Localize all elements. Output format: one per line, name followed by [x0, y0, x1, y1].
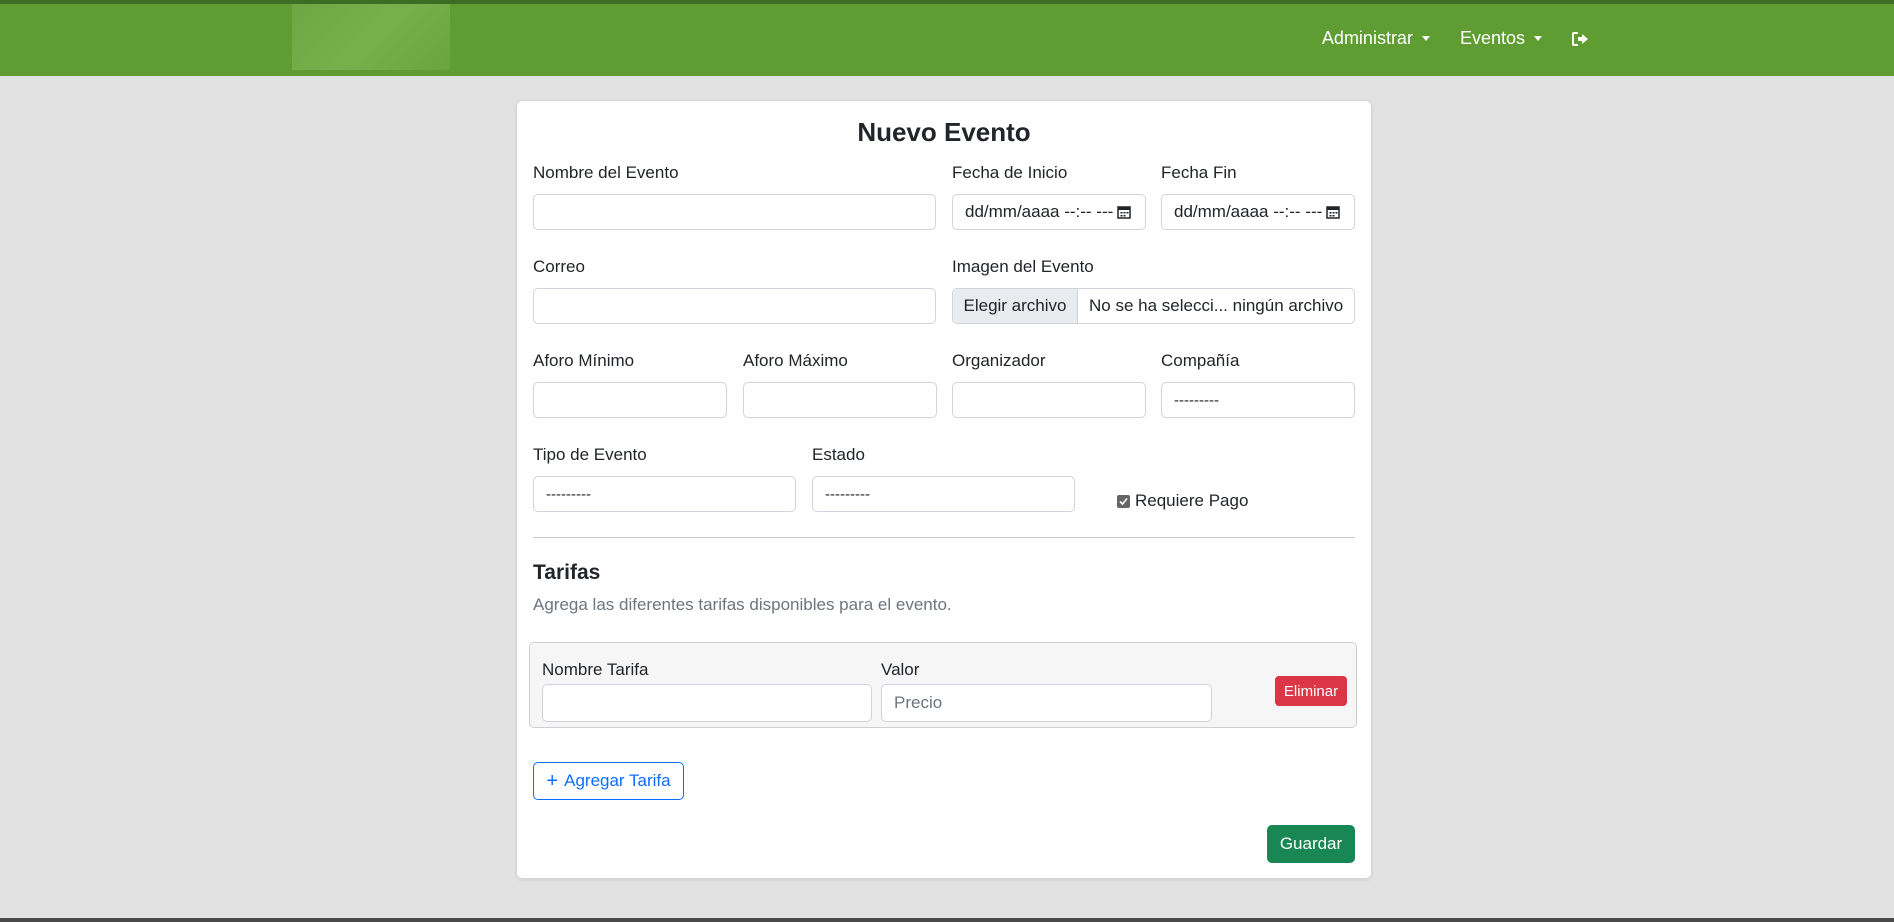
tarifas-heading: Tarifas — [533, 561, 601, 584]
organizador-label: Organizador — [952, 351, 1046, 370]
nav-links: Administrar Eventos — [1322, 28, 1589, 49]
requiere-pago-checkbox[interactable]: Requiere Pago — [1117, 491, 1248, 511]
file-status: No se ha selecci... ningún archivo — [1089, 296, 1344, 315]
fecha-inicio-value: dd/mm/aaaa --:-- --- — [965, 202, 1114, 221]
plus-icon: + — [546, 770, 559, 792]
agregar-tarifa-button[interactable]: + Agregar Tarifa — [533, 762, 684, 800]
nombre-evento-label: Nombre del Evento — [533, 163, 679, 182]
organizador-input[interactable] — [952, 382, 1146, 418]
fecha-fin-value: dd/mm/aaaa --:-- --- — [1174, 202, 1323, 221]
correo-input[interactable] — [533, 288, 936, 324]
tipo-evento-label: Tipo de Evento — [533, 445, 647, 464]
nav-administrar-dropdown[interactable]: Administrar — [1322, 28, 1430, 49]
page-title: Nuevo Evento — [857, 117, 1031, 147]
event-form-card: Nuevo Evento Nombre del Evento Fecha de … — [516, 100, 1372, 879]
requiere-pago-label: Requiere Pago — [1135, 491, 1249, 510]
tarifas-description: Agrega las diferentes tarifas disponible… — [533, 595, 952, 614]
imagen-evento-label: Imagen del Evento — [952, 257, 1094, 276]
compania-label: Compañía — [1161, 351, 1240, 370]
valor-label: Valor — [881, 660, 920, 679]
chevron-down-icon — [1534, 36, 1542, 41]
nav-eventos-dropdown[interactable]: Eventos — [1460, 28, 1542, 49]
fecha-fin-label: Fecha Fin — [1161, 163, 1237, 182]
checkbox-checked-icon[interactable] — [1117, 494, 1130, 508]
chevron-down-icon — [1421, 36, 1430, 41]
choose-file-button[interactable]: Elegir archivo — [953, 289, 1078, 323]
eliminar-tarifa-button[interactable]: Eliminar — [1275, 676, 1347, 706]
guardar-button[interactable]: Guardar — [1267, 825, 1355, 863]
navbar: Administrar Eventos — [0, 4, 1894, 76]
fecha-fin-input[interactable]: dd/mm/aaaa --:-- --- — [1161, 194, 1355, 230]
nombre-evento-input[interactable] — [533, 194, 936, 230]
nombre-tarifa-input[interactable] — [542, 684, 872, 722]
aforo-maximo-input[interactable] — [743, 382, 937, 418]
calendar-icon[interactable] — [1326, 205, 1340, 219]
logo[interactable] — [292, 4, 450, 70]
nombre-tarifa-label: Nombre Tarifa — [542, 660, 649, 679]
sign-out-icon[interactable] — [1572, 31, 1589, 46]
aforo-minimo-label: Aforo Mínimo — [533, 351, 635, 370]
aforo-minimo-input[interactable] — [533, 382, 727, 418]
fecha-inicio-label: Fecha de Inicio — [952, 163, 1068, 182]
estado-select[interactable]: --------- — [812, 476, 1075, 512]
imagen-evento-file-input[interactable]: Elegir archivo No se ha selecci... ningú… — [952, 288, 1355, 324]
agregar-tarifa-label: Agregar Tarifa — [564, 771, 671, 790]
estado-label: Estado — [812, 445, 865, 464]
nav-administrar-label: Administrar — [1321, 28, 1413, 48]
bottom-border — [0, 918, 1894, 922]
correo-label: Correo — [533, 257, 585, 276]
tarifa-row: Nombre Tarifa Valor Precio Eliminar — [529, 642, 1357, 728]
aforo-maximo-label: Aforo Máximo — [743, 351, 848, 370]
nav-eventos-label: Eventos — [1459, 28, 1525, 48]
compania-select[interactable]: --------- — [1161, 382, 1355, 418]
calendar-icon[interactable] — [1117, 205, 1131, 219]
valor-input[interactable]: Precio — [881, 684, 1212, 722]
fecha-inicio-input[interactable]: dd/mm/aaaa --:-- --- — [952, 194, 1146, 230]
divider — [533, 537, 1355, 538]
tipo-evento-select[interactable]: --------- — [533, 476, 796, 512]
